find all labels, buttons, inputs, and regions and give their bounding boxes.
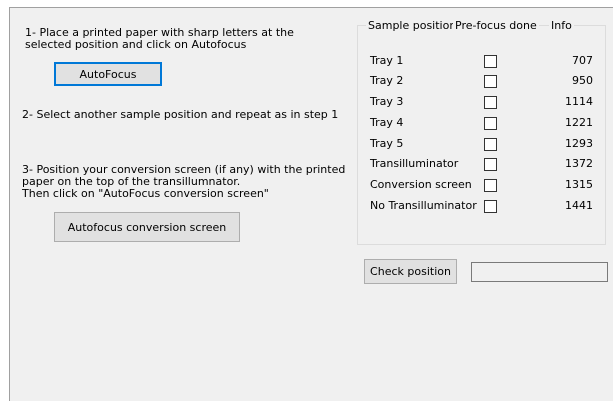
header-sample-position: Sample position (366, 19, 459, 32)
info-value: 950 (572, 74, 593, 87)
prefocus-done-checkbox[interactable] (484, 179, 497, 192)
info-value: 1293 (565, 137, 593, 150)
info-value: 1114 (565, 95, 593, 108)
prefocus-done-checkbox[interactable] (484, 117, 497, 130)
step2-instruction: 2- Select another sample position and re… (22, 108, 339, 121)
autofocus-conversion-screen-button[interactable]: Autofocus conversion screen (54, 212, 240, 242)
sample-position-label: Tray 5 (370, 137, 404, 150)
info-value: 1221 (565, 116, 593, 129)
prefocus-done-checkbox[interactable] (484, 200, 497, 213)
step3-instruction-line3: Then click on "AutoFocus conversion scre… (22, 187, 269, 200)
prefocus-done-checkbox[interactable] (484, 96, 497, 109)
sample-position-label: No Transilluminator (370, 199, 477, 212)
info-value: 707 (572, 54, 593, 67)
prefocus-done-checkbox[interactable] (484, 158, 497, 171)
prefocus-done-checkbox[interactable] (484, 75, 497, 88)
header-prefocus-done: Pre-focus done (453, 19, 539, 32)
prefocus-done-checkbox[interactable] (484, 138, 497, 151)
sample-position-label: Transilluminator (370, 157, 459, 170)
check-position-result-field[interactable] (471, 262, 608, 282)
prefocus-done-checkbox[interactable] (484, 55, 497, 68)
sample-position-label: Tray 1 (370, 54, 404, 67)
info-value: 1315 (565, 178, 593, 191)
autofocus-button[interactable]: AutoFocus (54, 62, 162, 86)
step1-instruction: 1- Place a printed paper with sharp lett… (25, 26, 294, 51)
header-info: Info (549, 19, 574, 32)
info-value: 1372 (565, 157, 593, 170)
sample-position-label: Conversion screen (370, 178, 472, 191)
check-position-button[interactable]: Check position (364, 259, 457, 284)
sample-position-label: Tray 3 (370, 95, 404, 108)
sample-position-label: Tray 4 (370, 116, 404, 129)
sample-position-label: Tray 2 (370, 74, 404, 87)
info-value: 1441 (565, 199, 593, 212)
